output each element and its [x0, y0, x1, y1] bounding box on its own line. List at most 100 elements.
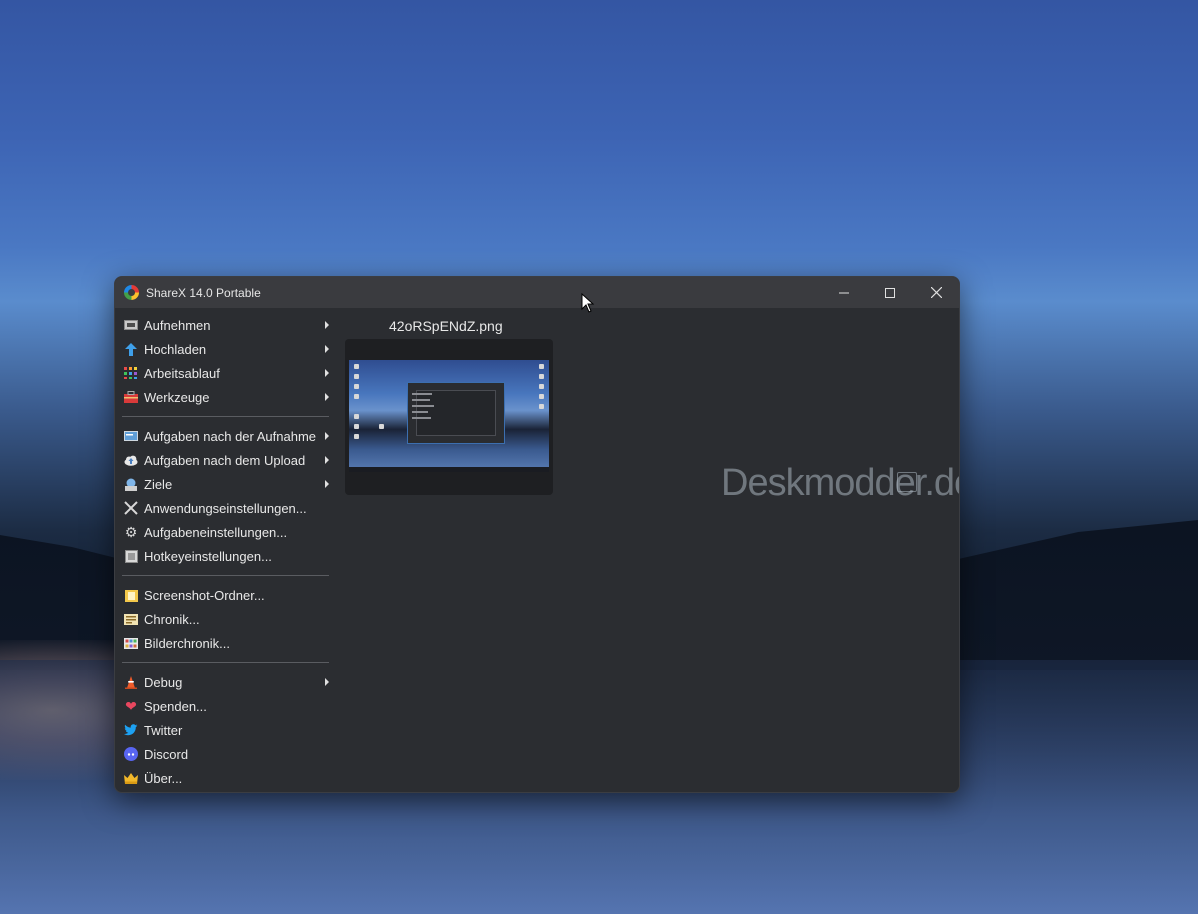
menu-item-screenshot-ordner[interactable]: Screenshot-Ordner...	[115, 583, 335, 607]
submenu-arrow-icon	[325, 456, 329, 464]
menu-item-label: Screenshot-Ordner...	[144, 587, 265, 603]
menu-item-bilderchronik[interactable]: Bilderchronik...	[115, 631, 335, 655]
workflow-grid-icon	[124, 366, 138, 380]
menu-item-label: Aufgaben nach dem Upload	[144, 452, 306, 468]
after-capture-icon	[124, 429, 138, 443]
menu-item-label: Aufgaben nach der Aufnahme	[144, 428, 317, 444]
menu-item-discord[interactable]: Discord	[115, 742, 335, 766]
submenu-arrow-icon	[325, 345, 329, 353]
title-bar[interactable]: ShareX 14.0 Portable	[115, 277, 959, 308]
desktop-icon	[539, 404, 544, 409]
menu-item-label: Aufnehmen	[144, 317, 211, 333]
thumbnail-mini-line	[412, 411, 428, 413]
menu-item-hotkeyeinstellungen[interactable]: Hotkeyeinstellungen...	[115, 544, 335, 568]
menu-item-label: Discord	[144, 746, 189, 762]
menu-item-twitter[interactable]: Twitter	[115, 718, 335, 742]
menu-item-label: Werkzeuge	[144, 389, 210, 405]
cloud-icon	[124, 453, 138, 467]
twitter-icon	[124, 723, 138, 737]
menu-item-aufgaben-nach-der-aufnahme[interactable]: Aufgaben nach der Aufnahme	[115, 424, 335, 448]
image-history-icon	[124, 636, 138, 650]
gear-icon: ⚙	[124, 524, 138, 540]
thumbnail-card[interactable]	[345, 339, 553, 495]
menu-item-werkzeuge[interactable]: Werkzeuge	[115, 385, 335, 409]
menu-separator	[122, 662, 329, 663]
desktop-icon	[379, 424, 384, 429]
menu-item-label: Hotkeyeinstellungen...	[144, 548, 272, 564]
maximize-button[interactable]	[867, 277, 913, 308]
desktop-icon	[354, 424, 359, 429]
main-menu: Aufnehmen Hochladen Arbeitsablauf Werkze…	[115, 308, 335, 790]
destinations-icon	[124, 477, 138, 491]
menu-item-ueber[interactable]: Über...	[115, 766, 335, 790]
sharex-logo-icon	[124, 285, 139, 300]
maximize-icon	[885, 287, 895, 298]
desktop-icon	[354, 394, 359, 399]
thumbnail-mini-line	[412, 417, 431, 419]
menu-item-label: Debug	[144, 674, 183, 690]
desktop-icon	[354, 364, 359, 369]
thumbnail-mini-line	[412, 405, 434, 407]
minimize-icon	[839, 292, 849, 293]
crown-icon	[124, 771, 138, 785]
menu-item-aufnehmen[interactable]: Aufnehmen	[115, 313, 335, 337]
menu-separator	[122, 416, 329, 417]
submenu-arrow-icon	[325, 321, 329, 329]
close-button[interactable]	[913, 277, 959, 308]
desktop-icon	[539, 364, 544, 369]
desktop-icon	[539, 374, 544, 379]
folder-icon	[124, 588, 138, 602]
window-title: ShareX 14.0 Portable	[146, 285, 261, 300]
submenu-arrow-icon	[325, 678, 329, 686]
deskmodder-watermark: Deskmodder.de	[721, 462, 960, 504]
menu-item-aufgaben-nach-dem-upload[interactable]: Aufgaben nach dem Upload	[115, 448, 335, 472]
close-icon	[930, 287, 942, 298]
menu-item-label: Twitter	[144, 722, 183, 738]
thumbnail-area: 42oRSpENdZ.png Deskmodder.de	[335, 308, 959, 792]
thumbnail-mini-line	[412, 393, 432, 395]
sharex-window: ShareX 14.0 Portable Aufnehmen Hochladen	[114, 276, 960, 793]
mouse-cursor-icon	[581, 293, 595, 313]
menu-item-hochladen[interactable]: Hochladen	[115, 337, 335, 361]
thumbnail-mini-window	[407, 382, 505, 444]
desktop-icon	[539, 384, 544, 389]
keyboard-icon	[124, 549, 138, 563]
thumbnail-taskbar	[349, 467, 549, 472]
menu-item-label: Arbeitsablauf	[144, 365, 220, 381]
screenshot-thumbnail[interactable]	[349, 360, 549, 472]
submenu-arrow-icon	[325, 369, 329, 377]
menu-item-debug[interactable]: Debug	[115, 670, 335, 694]
menu-item-ziele[interactable]: Ziele	[115, 472, 335, 496]
minimize-button[interactable]	[821, 277, 867, 308]
menu-item-anwendungseinstellungen[interactable]: Anwendungseinstellungen...	[115, 496, 335, 520]
menu-item-arbeitsablauf[interactable]: Arbeitsablauf	[115, 361, 335, 385]
desktop-icon	[354, 384, 359, 389]
menu-item-spenden[interactable]: ❤ Spenden...	[115, 694, 335, 718]
discord-icon	[124, 747, 138, 761]
upload-arrow-icon	[124, 342, 138, 356]
thumbnail-mini-panel	[416, 390, 496, 436]
submenu-arrow-icon	[325, 393, 329, 401]
traffic-cone-icon	[124, 675, 138, 689]
desktop-icon	[539, 394, 544, 399]
menu-item-chronik[interactable]: Chronik...	[115, 607, 335, 631]
desktop-icon	[354, 434, 359, 439]
menu-item-label: Spenden...	[144, 698, 207, 714]
submenu-arrow-icon	[325, 432, 329, 440]
menu-separator	[122, 575, 329, 576]
submenu-arrow-icon	[325, 480, 329, 488]
menu-item-label: Anwendungseinstellungen...	[144, 500, 307, 516]
menu-item-label: Bilderchronik...	[144, 635, 230, 651]
menu-item-label: Aufgabeneinstellungen...	[144, 524, 288, 540]
thumbnail-filename: 42oRSpENdZ.png	[389, 318, 503, 334]
thumbnail-mini-line	[412, 399, 430, 401]
menu-item-aufgabeneinstellungen[interactable]: ⚙ Aufgabeneinstellungen...	[115, 520, 335, 544]
desktop-icon	[354, 414, 359, 419]
toolbox-icon	[124, 390, 138, 404]
watermark-pen-icon	[897, 472, 917, 492]
menu-item-label: Ziele	[144, 476, 173, 492]
menu-item-label: Hochladen	[144, 341, 207, 357]
tools-icon	[124, 501, 138, 515]
capture-icon	[124, 318, 138, 332]
heart-icon: ❤	[125, 698, 137, 714]
